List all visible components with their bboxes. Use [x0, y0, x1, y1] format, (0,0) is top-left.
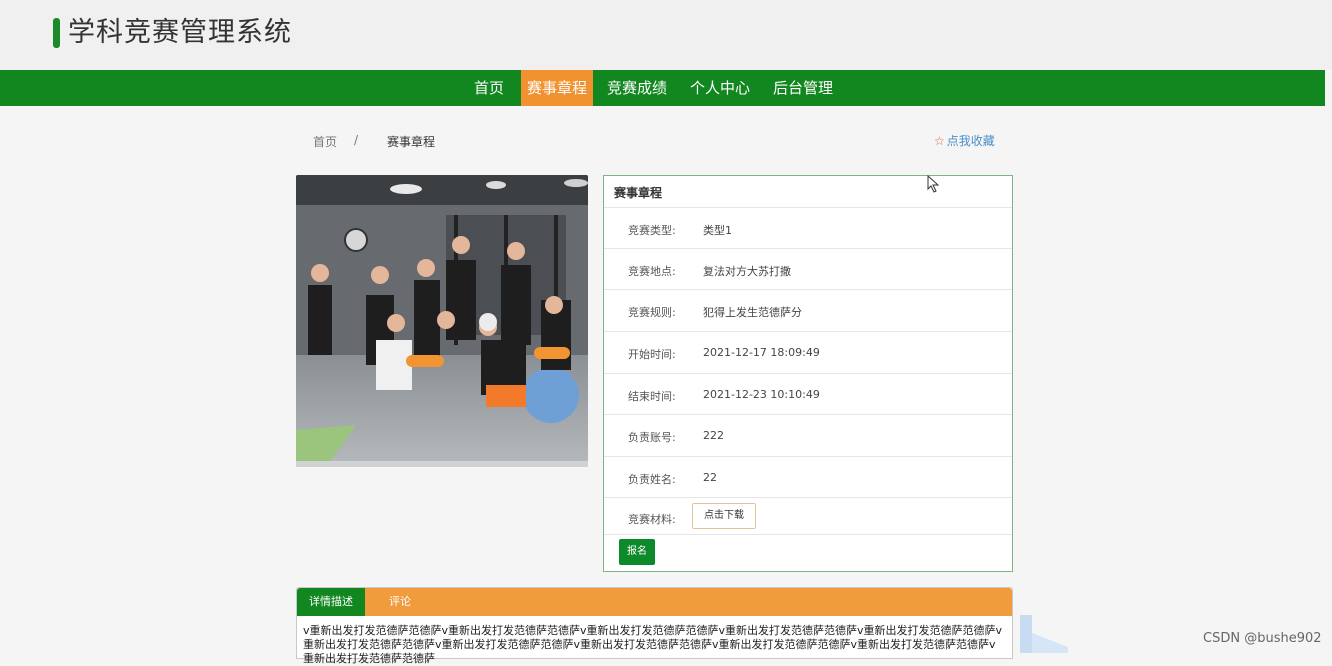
- field-value: 22: [703, 471, 717, 484]
- field-row-account: 负责账号: 222: [604, 414, 1012, 457]
- nav-item-home[interactable]: 首页: [463, 70, 515, 106]
- field-label: 结束时间:: [628, 390, 676, 403]
- site-header: 学科竞赛管理系统: [0, 0, 1332, 70]
- field-label: 开始时间:: [628, 348, 676, 361]
- signup-button[interactable]: 报名: [619, 539, 655, 565]
- field-value: 类型1: [703, 224, 732, 237]
- star-icon: ☆: [934, 134, 945, 148]
- field-label: 负责账号:: [628, 431, 676, 444]
- field-label: 负责姓名:: [628, 473, 676, 486]
- decorative-shape: [1020, 615, 1068, 653]
- description-content: v重新出发打发范德萨范德萨v重新出发打发范德萨范德萨v重新出发打发范德萨范德萨v…: [303, 624, 1003, 665]
- panel-title: 赛事章程: [614, 186, 663, 200]
- nav-item-competition-rules[interactable]: 赛事章程: [521, 70, 593, 106]
- field-row-name: 负责姓名: 22: [604, 456, 1012, 498]
- competition-photo: [296, 175, 588, 467]
- favorite-button[interactable]: ☆ 点我收藏: [934, 132, 995, 149]
- field-label: 竞赛类型:: [628, 224, 676, 237]
- row-divider: [604, 534, 1012, 535]
- nav-item-admin[interactable]: 后台管理: [766, 70, 840, 106]
- nav-item-personal-center[interactable]: 个人中心: [684, 70, 756, 106]
- download-button[interactable]: 点击下载: [692, 503, 756, 529]
- detail-tabs-panel: 详情描述 评论 v重新出发打发范德萨范德萨v重新出发打发范德萨范德萨v重新出发打…: [296, 587, 1013, 665]
- main-nav: 首页 赛事章程 竞赛成绩 个人中心 后台管理: [0, 70, 1325, 106]
- field-value: 222: [703, 429, 724, 442]
- breadcrumb-separator: /: [354, 133, 359, 147]
- logo-bar: [53, 18, 60, 48]
- field-row-location: 竞赛地点: 复法对方大苏打撒: [604, 248, 1012, 290]
- field-value: 2021-12-17 18:09:49: [703, 346, 820, 359]
- tab-comments[interactable]: 评论: [365, 588, 435, 616]
- site-title: 学科竞赛管理系统: [68, 17, 292, 48]
- breadcrumb-current: 赛事章程: [387, 135, 436, 149]
- field-row-start-time: 开始时间: 2021-12-17 18:09:49: [604, 331, 1012, 374]
- nav-item-competition-results[interactable]: 竞赛成绩: [600, 70, 674, 106]
- field-label: 竞赛材料:: [628, 513, 676, 526]
- favorite-label: 点我收藏: [946, 134, 995, 148]
- field-value: 2021-12-23 10:10:49: [703, 388, 820, 401]
- field-value: 犯得上发生范德萨分: [703, 306, 802, 319]
- watermark: CSDN @bushe902: [1203, 631, 1322, 646]
- field-row-end-time: 结束时间: 2021-12-23 10:10:49: [604, 373, 1012, 415]
- competition-detail-panel: 赛事章程 竞赛类型: 类型1 竞赛地点: 复法对方大苏打撒 竞赛规则: 犯得上发…: [603, 175, 1013, 572]
- breadcrumb-home[interactable]: 首页: [313, 133, 337, 150]
- tab-bar: 详情描述 评论: [297, 588, 1012, 616]
- field-label: 竞赛地点:: [628, 265, 676, 278]
- field-value: 复法对方大苏打撒: [703, 265, 791, 278]
- mouse-cursor-icon: [927, 175, 940, 193]
- field-row-rules: 竞赛规则: 犯得上发生范德萨分: [604, 289, 1012, 332]
- field-row-materials: 竞赛材料:: [604, 497, 1012, 535]
- field-row-type: 竞赛类型: 类型1: [604, 207, 1012, 249]
- tab-description[interactable]: 详情描述: [297, 588, 365, 616]
- field-label: 竞赛规则:: [628, 306, 676, 319]
